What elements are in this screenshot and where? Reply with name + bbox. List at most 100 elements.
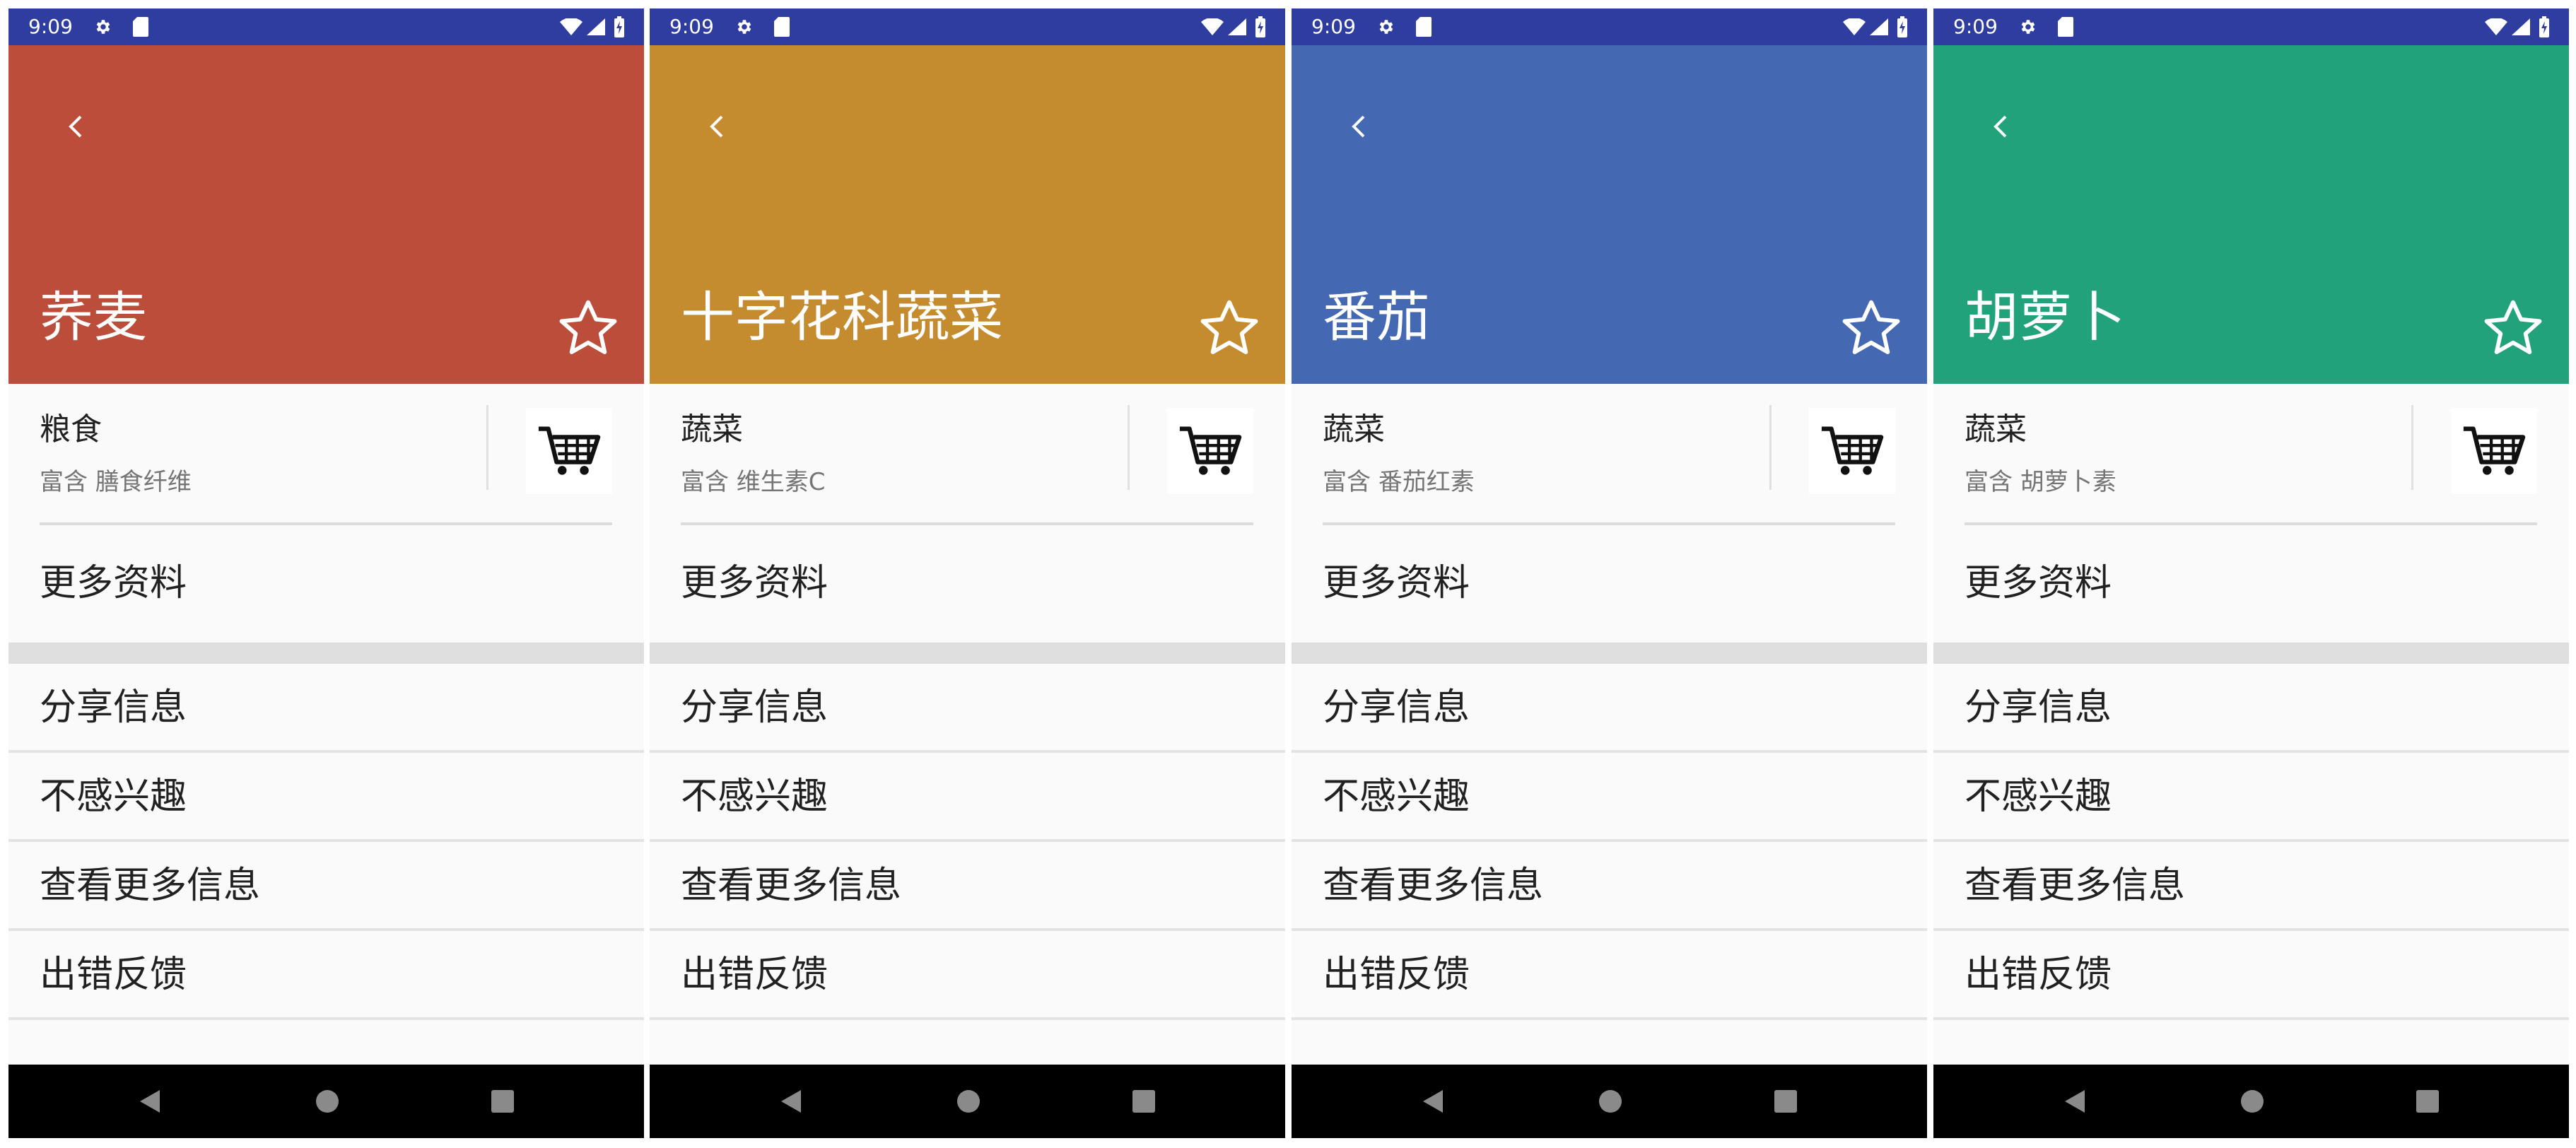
shopping-cart-icon xyxy=(1821,426,1884,475)
star-outline-icon xyxy=(2484,300,2542,354)
status-time: 9:09 xyxy=(1311,15,1356,38)
gear-icon xyxy=(96,20,110,34)
menu-item-label: 分享信息 xyxy=(1965,686,2112,729)
cart-button[interactable] xyxy=(526,408,612,494)
back-button[interactable] xyxy=(1976,102,2025,151)
cart-button[interactable] xyxy=(1809,408,1895,494)
nav-back-icon[interactable] xyxy=(2061,1086,2092,1117)
sim-card-icon xyxy=(2058,17,2073,37)
navigation-bar xyxy=(650,1065,1285,1138)
back-button[interactable] xyxy=(51,102,100,151)
menu-divider xyxy=(1933,1017,2569,1020)
nav-back-icon[interactable] xyxy=(777,1086,808,1117)
status-time: 9:09 xyxy=(669,15,714,38)
back-arrow-icon xyxy=(710,115,723,138)
rich-in-label: 富含 番茄红素 xyxy=(1323,468,1475,496)
back-arrow-icon xyxy=(1352,115,1365,138)
nav-back-icon[interactable] xyxy=(1419,1086,1450,1117)
more-info-label: 更多资料 xyxy=(40,562,187,604)
nav-home-icon[interactable] xyxy=(2237,1086,2268,1117)
menu-item-label: 不感兴趣 xyxy=(681,775,829,818)
menu-item-report-error[interactable]: 出错反馈 xyxy=(650,931,1285,1020)
menu-item-share[interactable]: 分享信息 xyxy=(8,664,644,753)
menu-item-report-error[interactable]: 出错反馈 xyxy=(1292,931,1927,1020)
menu-item-view-more[interactable]: 查看更多信息 xyxy=(650,842,1285,931)
favorite-button[interactable] xyxy=(2478,293,2548,363)
star-outline-icon xyxy=(559,300,617,354)
menu-item-label: 查看更多信息 xyxy=(681,865,902,907)
battery-icon xyxy=(1897,16,1907,37)
menu-item-view-more[interactable]: 查看更多信息 xyxy=(8,842,644,931)
menu-item-share[interactable]: 分享信息 xyxy=(1933,664,2569,753)
rich-in-label: 富含 膳食纤维 xyxy=(40,468,192,496)
section-separator xyxy=(650,643,1285,664)
menu-item-not-interested[interactable]: 不感兴趣 xyxy=(1292,753,1927,842)
shopping-cart-icon xyxy=(1179,426,1242,475)
sim-card-icon xyxy=(133,17,148,37)
menu-item-view-more[interactable]: 查看更多信息 xyxy=(1292,842,1927,931)
nav-home-icon[interactable] xyxy=(312,1086,343,1117)
more-info-row[interactable]: 更多资料 xyxy=(650,525,1285,643)
more-info-label: 更多资料 xyxy=(1323,562,1470,604)
status-bar: 9:09 xyxy=(1292,8,1927,45)
back-arrow-icon xyxy=(1994,115,2007,138)
cart-button[interactable] xyxy=(1167,408,1253,494)
menu-item-report-error[interactable]: 出错反馈 xyxy=(1933,931,2569,1020)
menu-item-not-interested[interactable]: 不感兴趣 xyxy=(1933,753,2569,842)
item-title: 番茄 xyxy=(1323,286,1430,348)
vertical-divider xyxy=(1128,405,1130,490)
menu-item-label: 查看更多信息 xyxy=(40,865,261,907)
battery-icon xyxy=(614,16,624,37)
screens-container: 9:09 荞麦 粮食 富含 膳食纤维 更多资料 分享信息 不感兴趣 查看更多信息… xyxy=(0,0,2576,1148)
signal-icon xyxy=(1870,18,1888,35)
signal-icon xyxy=(1228,18,1246,35)
menu-item-report-error[interactable]: 出错反馈 xyxy=(8,931,644,1020)
menu-item-label: 查看更多信息 xyxy=(1965,865,2186,907)
nav-recents-icon[interactable] xyxy=(2413,1086,2442,1116)
menu-item-view-more[interactable]: 查看更多信息 xyxy=(1933,842,2569,931)
back-button[interactable] xyxy=(1334,102,1383,151)
status-time: 9:09 xyxy=(28,15,73,38)
item-title: 胡萝卜 xyxy=(1965,286,2126,348)
phone-screen-1: 9:09 荞麦 粮食 富含 膳食纤维 更多资料 分享信息 不感兴趣 查看更多信息… xyxy=(8,8,644,1138)
status-bar: 9:09 xyxy=(8,8,644,45)
more-info-label: 更多资料 xyxy=(1965,562,2112,604)
category-label: 蔬菜 xyxy=(1323,411,1385,447)
sim-card-icon xyxy=(1416,17,1432,37)
menu-item-not-interested[interactable]: 不感兴趣 xyxy=(8,753,644,842)
menu-item-not-interested[interactable]: 不感兴趣 xyxy=(650,753,1285,842)
favorite-button[interactable] xyxy=(1836,293,1907,363)
info-section: 粮食 富含 膳食纤维 xyxy=(8,384,644,525)
menu-item-label: 分享信息 xyxy=(681,686,829,729)
more-info-row[interactable]: 更多资料 xyxy=(1292,525,1927,643)
section-separator xyxy=(1933,643,2569,664)
menu-item-share[interactable]: 分享信息 xyxy=(650,664,1285,753)
nav-recents-icon[interactable] xyxy=(488,1086,517,1116)
category-label: 蔬菜 xyxy=(681,411,743,447)
cart-button[interactable] xyxy=(2451,408,2537,494)
more-info-row[interactable]: 更多资料 xyxy=(1933,525,2569,643)
nav-recents-icon[interactable] xyxy=(1771,1086,1801,1116)
section-separator xyxy=(8,643,644,664)
favorite-button[interactable] xyxy=(553,293,623,363)
rich-in-label: 富含 维生素C xyxy=(681,468,826,496)
star-outline-icon xyxy=(1842,300,1900,354)
item-header: 胡萝卜 xyxy=(1933,45,2569,384)
item-title: 十字花科蔬菜 xyxy=(681,286,1003,348)
info-section: 蔬菜 富含 维生素C xyxy=(650,384,1285,525)
more-info-row[interactable]: 更多资料 xyxy=(8,525,644,643)
nav-back-icon[interactable] xyxy=(136,1086,167,1117)
item-header: 番茄 xyxy=(1292,45,1927,384)
gear-icon xyxy=(1379,20,1393,34)
nav-home-icon[interactable] xyxy=(953,1086,984,1117)
nav-home-icon[interactable] xyxy=(1595,1086,1626,1117)
sim-card-icon xyxy=(774,17,790,37)
menu-item-label: 分享信息 xyxy=(1323,686,1470,729)
menu-item-label: 出错反馈 xyxy=(40,954,187,996)
nav-recents-icon[interactable] xyxy=(1129,1086,1159,1116)
wifi-icon xyxy=(2485,18,2507,35)
back-button[interactable] xyxy=(692,102,742,151)
favorite-button[interactable] xyxy=(1194,293,1265,363)
menu-item-share[interactable]: 分享信息 xyxy=(1292,664,1927,753)
navigation-bar xyxy=(1933,1065,2569,1138)
